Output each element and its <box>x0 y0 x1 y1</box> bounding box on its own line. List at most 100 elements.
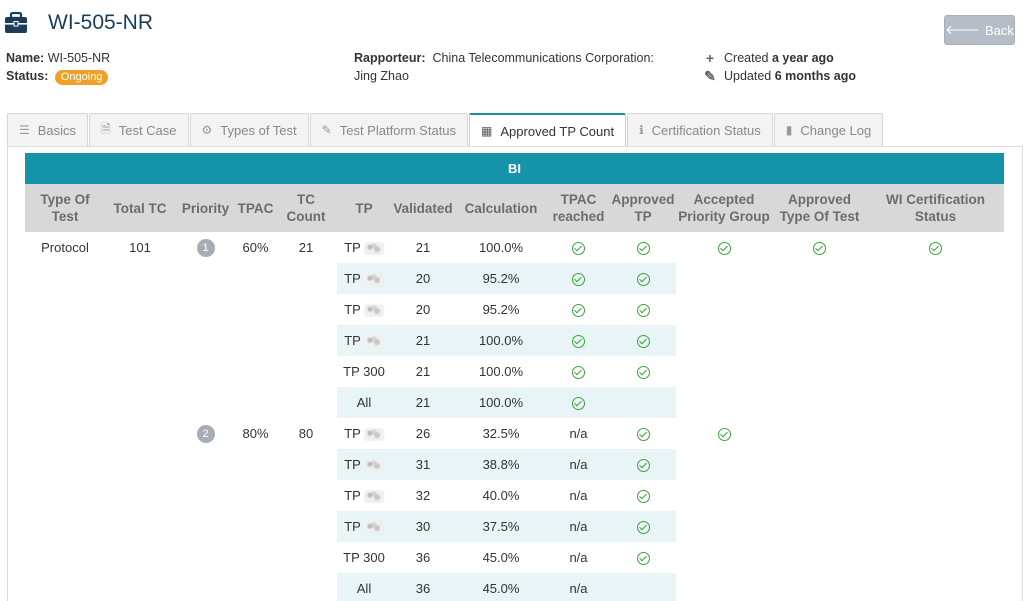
check-circle-icon <box>572 335 585 349</box>
tpac-reached-cell: n/a <box>547 511 610 542</box>
column-header: Approved TP <box>610 184 676 232</box>
approved-tp-cell <box>610 294 676 325</box>
check-circle-icon <box>717 428 731 442</box>
name-value: WI-505-NR <box>47 51 111 65</box>
priority-cell <box>175 356 236 387</box>
calculator-icon: ▦ <box>481 124 493 138</box>
priority-cell <box>175 325 236 356</box>
tp-cell: TP <box>337 232 391 263</box>
validated-cell: 36 <box>415 550 431 565</box>
tp-cell: TP 300 <box>343 550 385 565</box>
info-icon: ℹ <box>639 123 644 137</box>
redacted-text <box>363 459 384 473</box>
approved-type-of-test-cell <box>772 449 867 480</box>
tc-count-cell <box>275 480 337 511</box>
tc-count-cell <box>275 263 337 294</box>
column-header: WI Certification Status <box>867 184 1004 232</box>
table-row: All 36 45.0% n/a <box>25 573 1004 601</box>
table-row: TP 20 95.2% <box>25 294 1004 325</box>
title-row: WI-505-NR <box>4 8 153 38</box>
tab-label: Basics <box>37 122 77 138</box>
tab-types-of-test[interactable]: ⚙ Types of Test <box>189 113 309 146</box>
tab-basics[interactable]: ☰ Basics <box>7 113 89 146</box>
wi-certification-status-cell <box>867 449 1004 480</box>
table-row: TP 300 36 45.0% n/a <box>25 542 1004 573</box>
column-header: TPAC reached <box>547 184 610 232</box>
tpac-reached-cell <box>547 387 610 418</box>
tp-cell: TP <box>337 449 391 480</box>
rapporteur-label: Rapporteur: <box>354 51 426 65</box>
calculation-cell: 100.0% <box>478 364 524 379</box>
tp-cell: All <box>337 387 391 418</box>
back-button[interactable]: 🡐 Back <box>944 15 1015 45</box>
total-tc-cell <box>105 542 175 573</box>
tab-label: Test Platform Status <box>339 122 457 138</box>
tab-certification-status[interactable]: ℹ Certification Status <box>627 113 773 146</box>
total-tc-cell <box>105 511 175 542</box>
approved-tp-cell <box>610 356 676 387</box>
calculation-cell: 95.2% <box>455 263 547 294</box>
priority-cell <box>175 480 236 511</box>
tp-cell: TP <box>337 263 391 294</box>
table-row: TP 31 38.8% n/a <box>25 449 1004 480</box>
tc-count-cell: 80 <box>298 426 314 441</box>
approved-type-of-test-cell <box>772 232 867 263</box>
type-of-test-cell: Protocol <box>41 240 89 255</box>
column-header: TP <box>337 184 391 232</box>
table-row: Protocol 101 1 60% 21 TP 21 100.0% <box>25 232 1004 263</box>
wi-certification-status-cell <box>867 511 1004 542</box>
calculation-cell: 100.0% <box>455 325 547 356</box>
column-header: Accepted Priority Group <box>676 184 772 232</box>
column-header: TPAC <box>236 184 275 232</box>
tpac-cell <box>236 480 275 511</box>
tab-approved-tp-count[interactable]: ▦ Approved TP Count <box>469 113 627 147</box>
type-of-test-cell <box>25 263 105 294</box>
tab-test-platform-status[interactable]: ✎ Test Platform Status <box>309 113 469 146</box>
tc-count-cell <box>275 356 337 387</box>
tp-cell: TP <box>337 480 391 511</box>
check-circle-icon <box>717 242 731 256</box>
accepted-priority-group-cell <box>676 387 772 418</box>
tpac-reached-cell <box>547 325 610 356</box>
approved-type-of-test-cell <box>772 294 867 325</box>
plus-icon: + <box>705 50 715 66</box>
updated-label: Updated <box>724 69 772 83</box>
type-of-test-cell <box>25 387 105 418</box>
tpac-reached-cell: n/a <box>569 488 588 503</box>
redacted-text <box>363 335 384 349</box>
priority-cell: 2 <box>175 418 236 449</box>
wi-certification-status-cell <box>867 387 1004 418</box>
approved-type-of-test-cell <box>772 356 867 387</box>
type-of-test-cell <box>25 294 105 325</box>
meta-rapporteur: Rapporteur: China Telecommunications Cor… <box>354 49 654 85</box>
tpac-reached-cell <box>547 294 610 325</box>
check-circle-icon <box>572 397 585 411</box>
tpac-cell <box>236 542 275 573</box>
accepted-priority-group-cell <box>676 480 772 511</box>
tp-cell: TP <box>337 418 391 449</box>
tab-label: Test Case <box>118 122 177 138</box>
tc-count-cell <box>275 387 337 418</box>
wi-certification-status-cell <box>867 542 1004 573</box>
tab-test-case[interactable]: 🗎 Test Case <box>89 113 189 146</box>
tp-cell: TP <box>337 294 391 325</box>
redacted-text <box>363 490 384 504</box>
approved-type-of-test-cell <box>772 418 867 449</box>
calculation-cell: 45.0% <box>482 550 520 565</box>
accepted-priority-group-cell <box>676 449 772 480</box>
tpac-reached-cell <box>547 232 610 263</box>
approved-tp-cell <box>610 418 676 449</box>
redacted-text <box>363 242 384 256</box>
wi-certification-status-cell <box>867 480 1004 511</box>
accepted-priority-group-cell <box>676 263 772 294</box>
tc-count-cell <box>275 573 337 601</box>
tpac-cell <box>236 511 275 542</box>
calculation-cell: 100.0% <box>478 240 524 255</box>
tab-change-log[interactable]: ▮ Change Log <box>773 113 884 146</box>
rapporteur-org: China Telecommunications Corporation: <box>432 51 654 65</box>
tc-count-cell <box>275 511 337 542</box>
tpac-reached-cell: n/a <box>547 573 610 601</box>
tp-cell: All <box>337 573 391 601</box>
validated-cell: 26 <box>415 426 431 441</box>
rapporteur-name: Jing Zhao <box>354 69 409 83</box>
